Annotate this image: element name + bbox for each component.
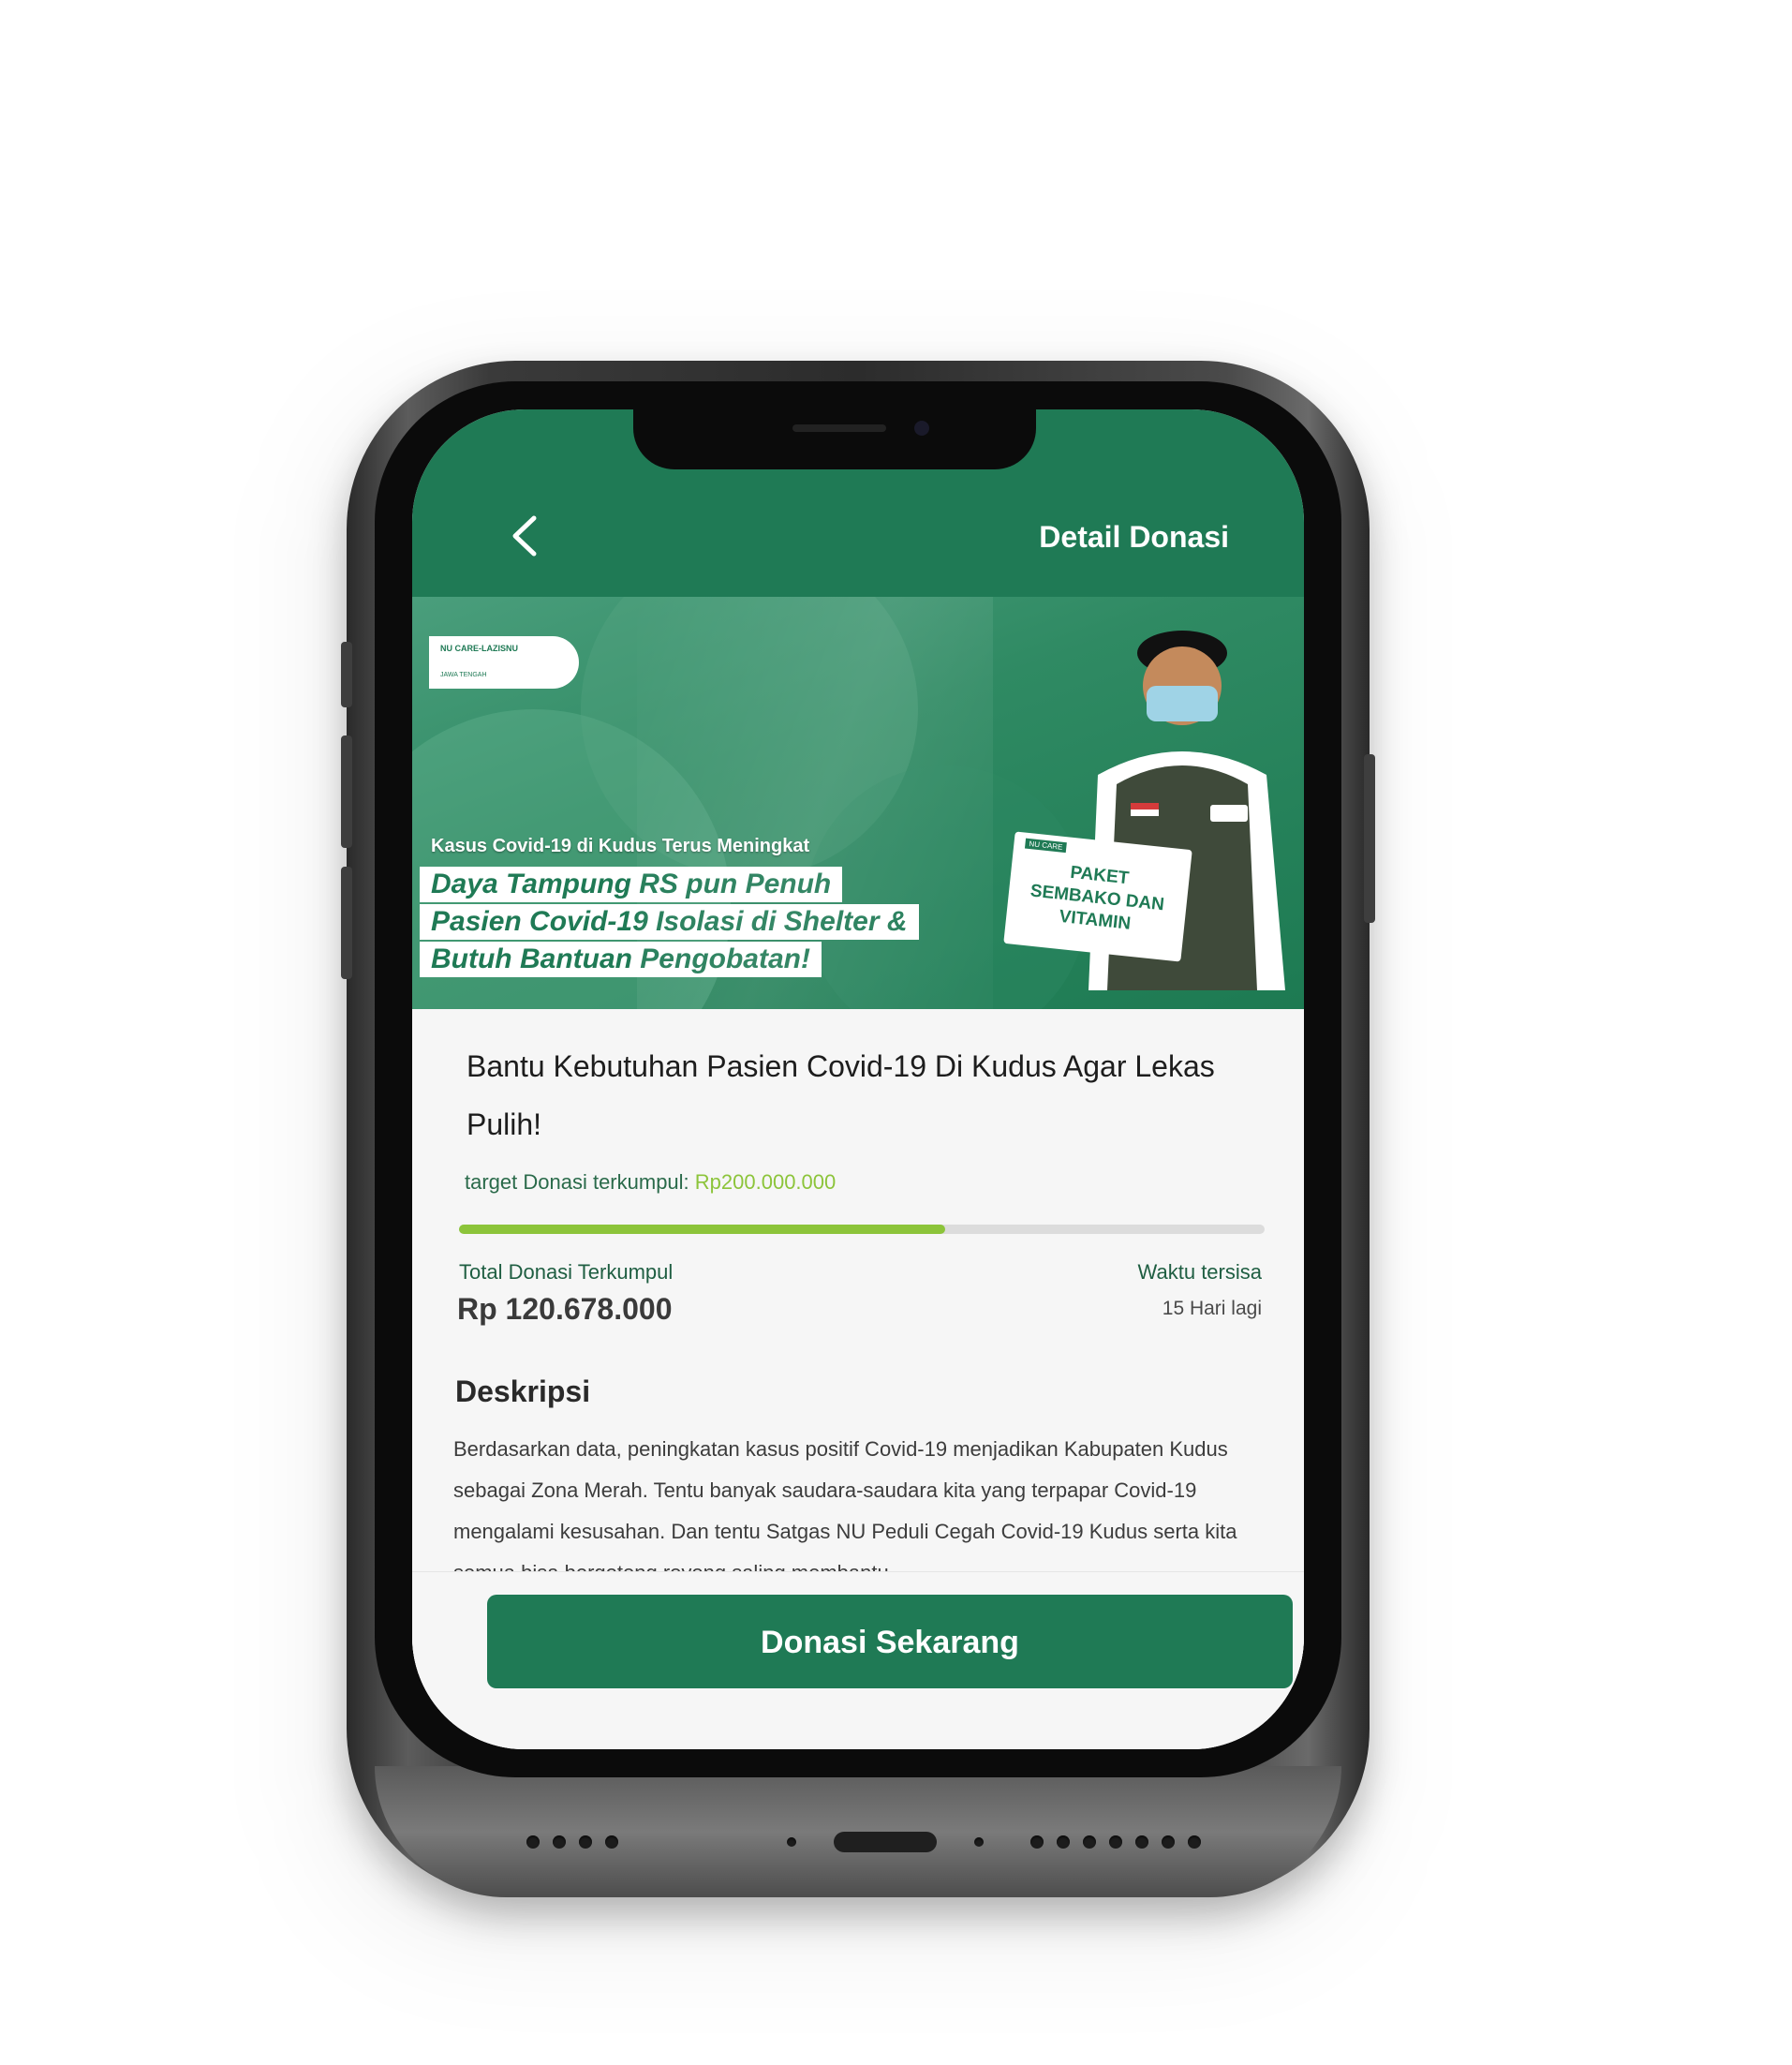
back-button[interactable] [506,513,562,569]
phone-side-button [341,735,352,848]
campaign-title: Bantu Kebutuhan Pasien Covid-19 Di Kudus… [467,1049,1215,1141]
time-remaining-value: 15 Hari lagi [1162,1298,1262,1319]
phone-bezel: Detail Donasi NU CARE-LAZISNU JAWA TENGA… [375,381,1341,1777]
speaker-grille-dot [579,1835,592,1849]
target-amount: Rp200.000.000 [694,1170,837,1194]
nu-care-logo: NU CARE-LAZISNU JAWA TENGAH [429,636,579,689]
phone-bottom-edge [375,1766,1341,1897]
logo-subtext: JAWA TENGAH [440,672,487,678]
charging-port [834,1832,937,1852]
campaign-banner-image: NU CARE-LAZISNU JAWA TENGAH NU CARE PAKE… [412,597,1304,1009]
earpiece-speaker [792,424,886,432]
phone-frame: Detail Donasi NU CARE-LAZISNU JAWA TENGA… [341,361,1375,1897]
donate-now-button[interactable]: Donasi Sekarang [487,1595,1293,1688]
speaker-grille-dot [526,1835,540,1849]
chevron-left-icon [512,515,537,557]
banner-headline-line: Butuh Bantuan Pengobatan! [420,942,822,977]
speaker-grille-dot [1030,1835,1044,1849]
phone-side-button [341,642,352,707]
package-text: PAKET SEMBAKO DAN VITAMIN [1029,862,1165,934]
total-donation-label: Total Donasi Terkumpul [459,1260,674,1284]
donation-progress-fill [459,1225,945,1234]
phone-notch [633,409,1036,469]
speaker-grille-dot [1162,1835,1175,1849]
target-label: target Donasi terkumpul: [465,1170,695,1194]
donation-progress-bar [459,1225,1265,1234]
front-camera-icon [914,421,929,436]
speaker-grille-dot [1057,1835,1070,1849]
total-donation-value: Rp 120.678.000 [457,1292,673,1326]
sembako-package: NU CARE PAKET SEMBAKO DAN VITAMIN [1003,831,1192,962]
banner-headline-line: Pasien Covid-19 Isolasi di Shelter & [420,904,919,940]
speaker-grille-dot [605,1835,618,1849]
speaker-grille-dot [1188,1835,1201,1849]
package-label: NU CARE [1024,838,1067,854]
mockup-stage: Detail Donasi NU CARE-LAZISNU JAWA TENGA… [0,0,1792,2065]
description-heading: Deskripsi [455,1374,591,1408]
phone-screen: Detail Donasi NU CARE-LAZISNU JAWA TENGA… [412,409,1304,1749]
speaker-grille-dot [1083,1835,1096,1849]
phone-side-button [1364,754,1375,923]
speaker-grille-dot [1109,1835,1122,1849]
logo-text: NU CARE-LAZISNU [440,644,518,653]
bottom-action-bar: Donasi Sekarang [412,1571,1304,1749]
time-remaining-label: Waktu tersisa [1137,1260,1262,1284]
page-title: Detail Donasi [1039,520,1229,554]
phone-side-button [341,867,352,979]
donation-target: target Donasi terkumpul: Rp200.000.000 [465,1170,836,1195]
screw-dot [974,1837,984,1847]
speaker-grille-dot [1135,1835,1148,1849]
screw-dot [787,1837,796,1847]
banner-kicker-text: Kasus Covid-19 di Kudus Terus Meningkat [431,836,810,856]
banner-headline-line: Daya Tampung RS pun Penuh [420,867,843,902]
speaker-grille-dot [553,1835,566,1849]
